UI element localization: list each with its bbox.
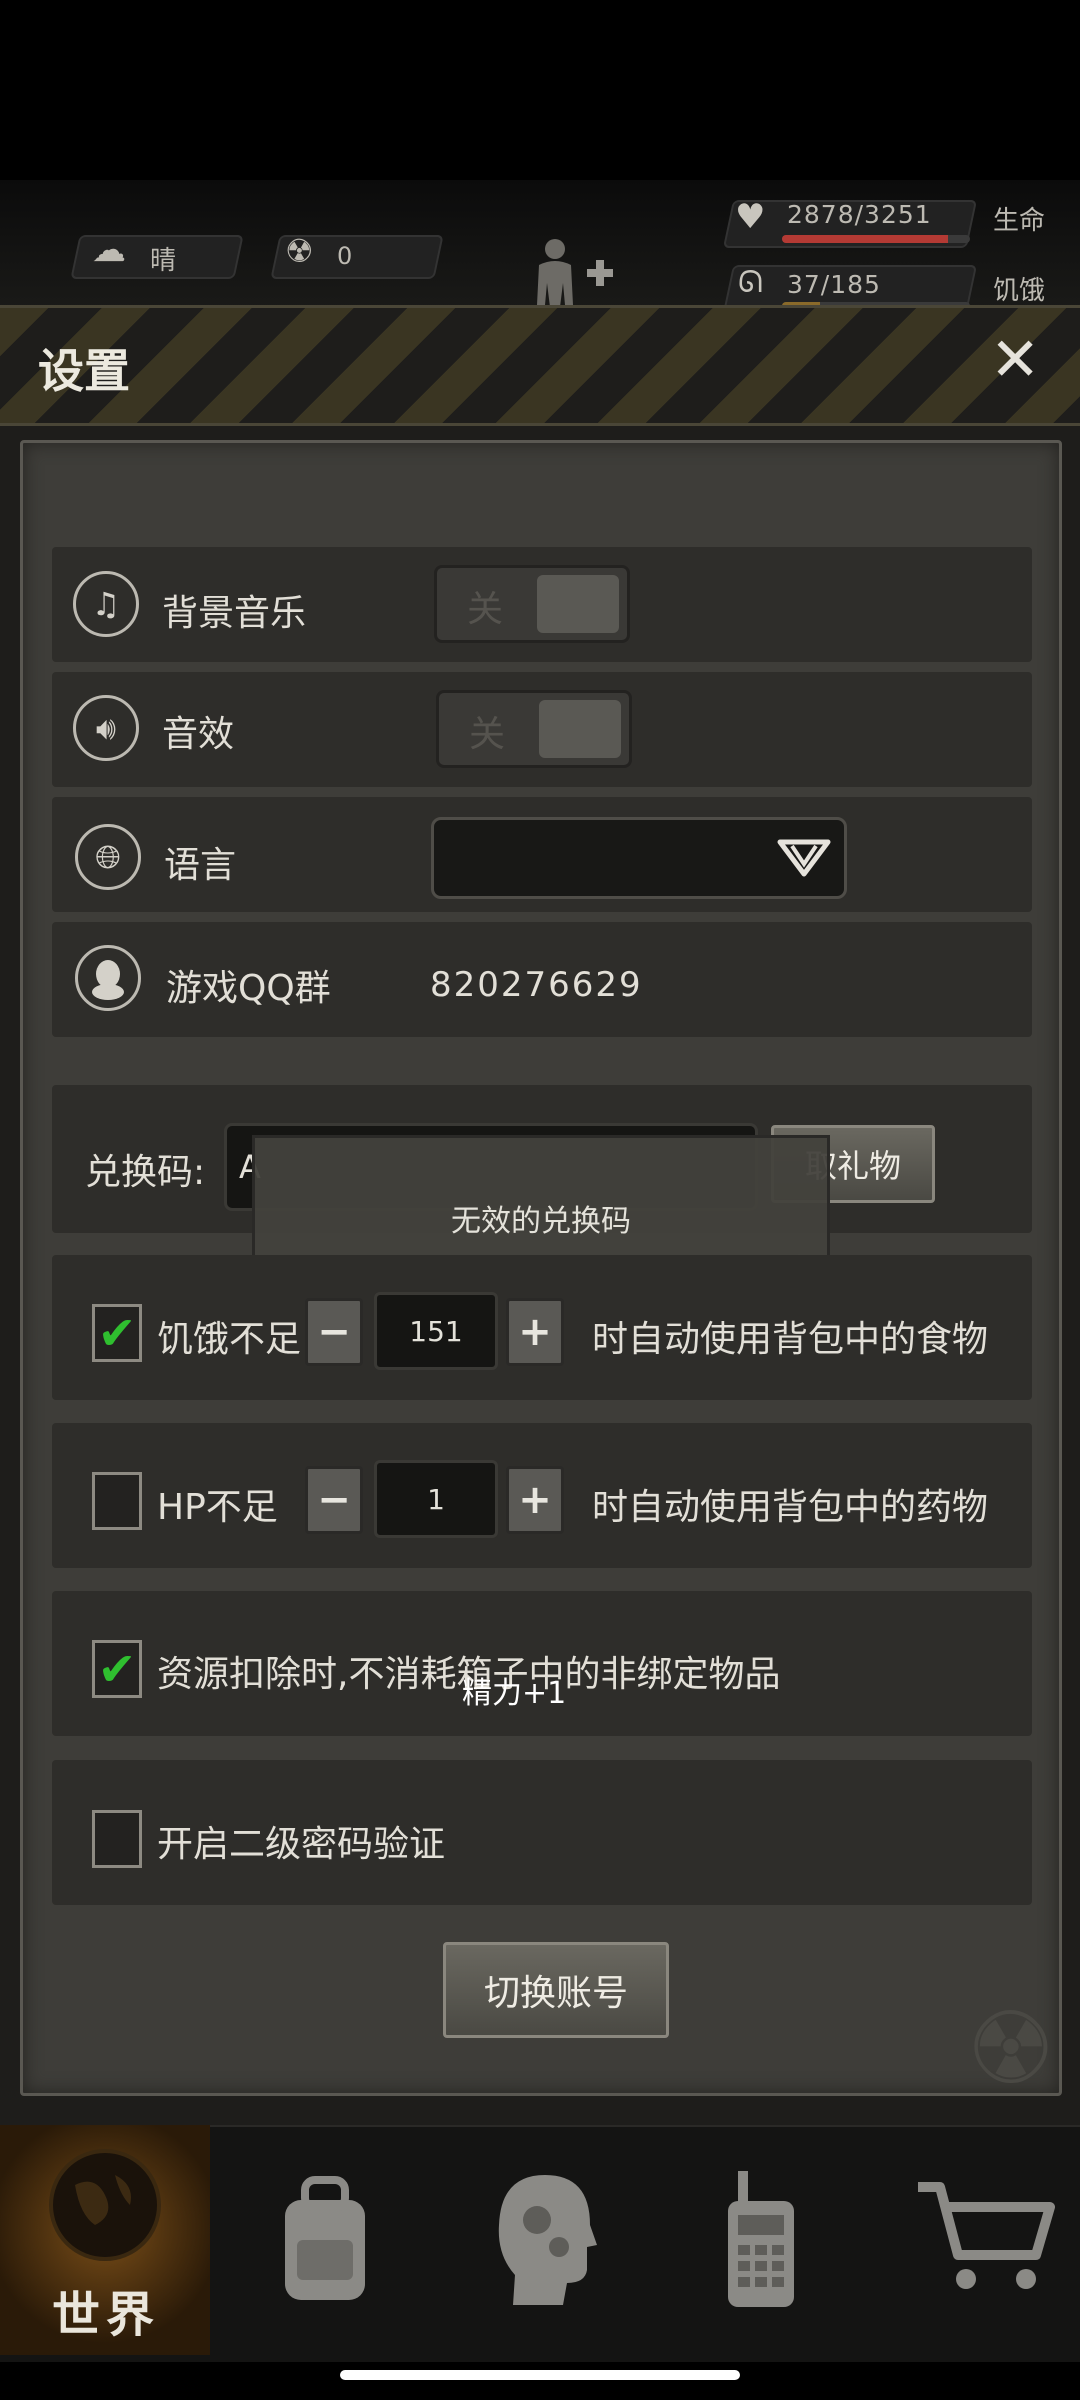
nav-radio[interactable] xyxy=(690,2125,830,2355)
music-note-icon: ♫ xyxy=(73,571,139,637)
globe-icon: 🌐︎ xyxy=(75,824,141,890)
character-add-icon[interactable] xyxy=(525,235,613,315)
qq-label: 游戏QQ群 xyxy=(166,968,331,1009)
second-password-label: 开启二级密码验证 xyxy=(157,1824,446,1865)
resource-checkbox[interactable]: ✔ xyxy=(92,1640,142,1698)
plus-button[interactable]: + xyxy=(506,1298,564,1366)
backpack-icon xyxy=(285,2176,365,2300)
weather-label: 晴 xyxy=(150,246,177,276)
sfx-toggle[interactable]: 关 xyxy=(436,690,632,768)
redeem-label: 兑换码: xyxy=(85,1152,206,1193)
nav-world[interactable]: 世界 xyxy=(0,2125,210,2355)
plus-button[interactable]: + xyxy=(506,1466,564,1534)
music-label: 背景音乐 xyxy=(162,593,307,634)
nav-world-label: 世界 xyxy=(52,2287,161,2343)
settings-header xyxy=(0,305,1080,426)
qq-penguin-icon xyxy=(75,945,141,1011)
auto-medicine-label: HP不足 xyxy=(157,1487,278,1528)
cloud-sun-icon: ☁ xyxy=(92,230,126,270)
auto-medicine-suffix: 时自动使用背包中的药物 xyxy=(592,1487,989,1528)
music-toggle[interactable]: 关 xyxy=(434,565,630,643)
second-password-checkbox[interactable] xyxy=(92,1810,142,1868)
page-title: 设置 xyxy=(38,344,130,398)
minus-button[interactable]: − xyxy=(305,1298,363,1366)
nav-shop[interactable] xyxy=(900,2125,1070,2355)
head-gears-icon xyxy=(498,2175,597,2305)
hp-threshold-value[interactable]: 1 xyxy=(374,1460,498,1538)
globe-icon xyxy=(49,2149,161,2261)
sfx-toggle-state: 关 xyxy=(469,714,506,755)
home-indicator xyxy=(340,2370,740,2380)
auto-food-suffix: 时自动使用背包中的食物 xyxy=(592,1319,989,1360)
switch-account-button[interactable]: 切换账号 xyxy=(443,1942,669,2038)
hunger-label: 饥饿 xyxy=(993,276,1046,306)
checkmark-icon: ✔ xyxy=(97,1642,137,1696)
floating-reward-text: 精力+1 xyxy=(462,1676,567,1711)
chevron-down-icon xyxy=(777,839,831,877)
language-label: 语言 xyxy=(164,845,237,886)
auto-medicine-checkbox[interactable] xyxy=(92,1472,142,1530)
walkie-talkie-icon xyxy=(728,2171,794,2307)
language-select[interactable] xyxy=(431,817,847,899)
toggle-knob xyxy=(537,575,619,633)
radiation-icon: ☢ xyxy=(285,232,314,270)
hunger-text: 37/185 xyxy=(787,270,881,299)
hp-bar xyxy=(782,235,970,243)
qq-number[interactable]: 820276629 xyxy=(430,965,643,1005)
hp-text: 2878/3251 xyxy=(787,200,932,229)
hunger-threshold-value[interactable]: 151 xyxy=(374,1292,498,1370)
auto-food-checkbox[interactable]: ✔ xyxy=(92,1304,142,1362)
auto-food-label: 饥饿不足 xyxy=(157,1319,302,1360)
shopping-cart-icon xyxy=(918,2182,1055,2289)
speaker-icon: 🔊︎ xyxy=(73,695,139,761)
toast-text: 无效的兑换码 xyxy=(451,1204,631,1239)
nav-skills[interactable] xyxy=(470,2125,620,2355)
sfx-label: 音效 xyxy=(162,714,235,755)
checkmark-icon: ✔ xyxy=(97,1306,137,1360)
music-toggle-state: 关 xyxy=(467,589,504,630)
stomach-icon: ᘏ xyxy=(738,265,763,300)
toggle-knob xyxy=(539,700,621,758)
minus-button[interactable]: − xyxy=(305,1466,363,1534)
nav-backpack[interactable] xyxy=(250,2125,400,2355)
hp-label: 生命 xyxy=(993,206,1046,236)
heart-icon: ♥ xyxy=(735,197,766,237)
radiation-watermark-icon: ☢ xyxy=(966,1990,1056,2107)
radiation-value: 0 xyxy=(337,242,353,270)
close-icon[interactable]: ✕ xyxy=(990,330,1040,390)
